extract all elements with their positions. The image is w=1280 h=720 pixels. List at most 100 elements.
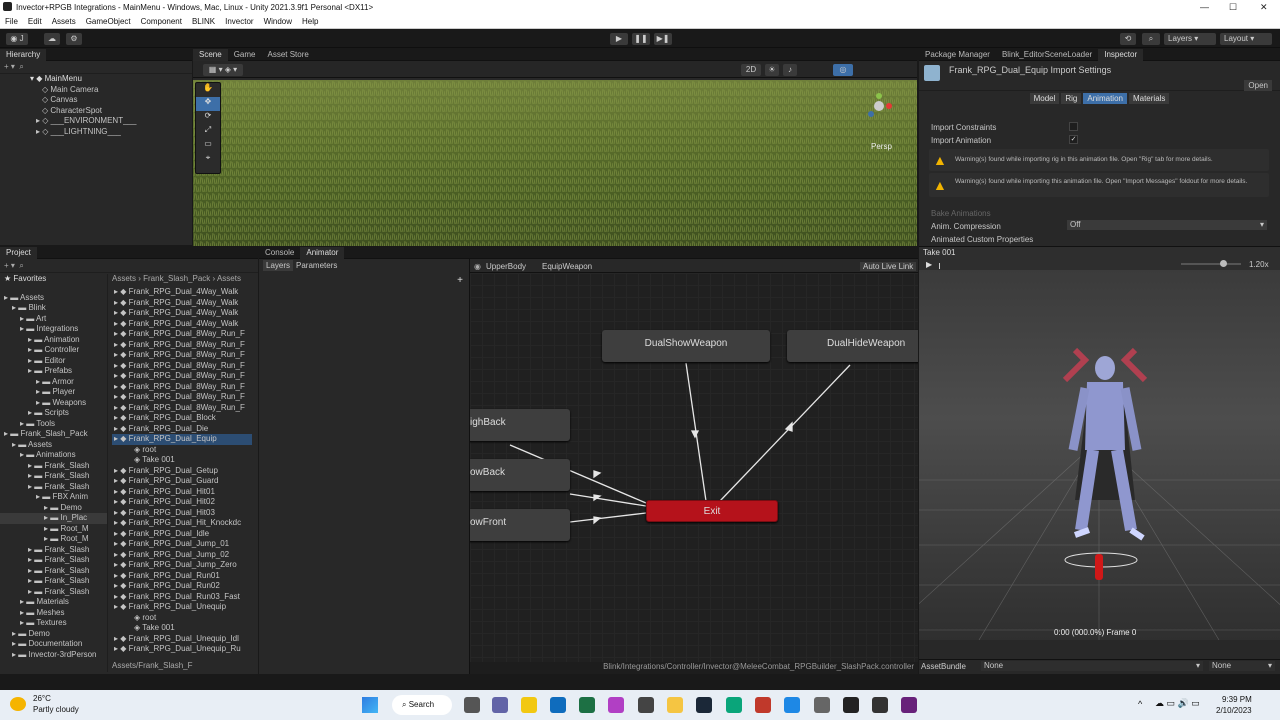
import-animation-checkbox[interactable]: ✓ bbox=[1069, 135, 1078, 144]
file-item[interactable]: ▸ ◆ Frank_RPG_Dual_Unequip_Ru bbox=[112, 644, 252, 655]
menu-item-assets[interactable]: Assets bbox=[47, 15, 81, 26]
breadcrumb-item[interactable]: Assets bbox=[112, 274, 136, 283]
task-view-icon[interactable] bbox=[464, 697, 480, 713]
github-icon[interactable] bbox=[814, 697, 830, 713]
state-exit[interactable]: Exit bbox=[646, 500, 778, 522]
file-item[interactable]: ▸ ◆ Frank_RPG_Dual_Idle bbox=[112, 529, 252, 540]
file-item[interactable]: ▸ ◆ Frank_RPG_Dual_4Way_Walk bbox=[112, 287, 252, 298]
tree-folder[interactable]: ▸ ▬ Invector-3rdPerson bbox=[0, 650, 107, 661]
tree-folder[interactable]: ▸ ▬ Art bbox=[0, 314, 107, 325]
breadcrumb-item[interactable]: Frank_Slash_Pack bbox=[143, 274, 210, 283]
weather-icon[interactable] bbox=[10, 697, 26, 711]
unity-icon[interactable] bbox=[872, 697, 888, 713]
tree-folder[interactable]: ▸ ▬ Integrations bbox=[0, 324, 107, 335]
tree-folder[interactable]: ▸ ▬ Root_M bbox=[0, 524, 107, 535]
maximize-icon[interactable]: ☐ bbox=[1229, 2, 1237, 13]
search-icon[interactable]: ⌕ bbox=[1142, 33, 1160, 45]
pause-button[interactable]: ❚❚ bbox=[632, 33, 650, 45]
hierarchy-item[interactable]: ▸ ◇ ___LIGHTNING___ bbox=[0, 127, 192, 138]
timeline-cursor[interactable] bbox=[939, 263, 940, 269]
file-item[interactable]: ▸ ◆ Frank_RPG_Dual_8Way_Run_F bbox=[112, 403, 252, 414]
state-high-back[interactable]: ighBack bbox=[470, 409, 570, 441]
subtab-animation[interactable]: Animation bbox=[1083, 93, 1127, 104]
subtab-parameters[interactable]: Parameters bbox=[293, 260, 340, 271]
tab-project[interactable]: Project bbox=[0, 247, 37, 259]
start-icon[interactable] bbox=[362, 697, 378, 713]
move-tool-icon[interactable]: ✥ bbox=[196, 97, 220, 111]
cloud-icon[interactable]: ☁ bbox=[44, 33, 60, 45]
scene-viewport[interactable]: ✋ ✥ ⟳ ⤢ ▭ ⌖ Persp bbox=[193, 80, 917, 246]
tree-folder[interactable]: ▸ ▬ Frank_Slash bbox=[0, 566, 107, 577]
menu-item-gameobject[interactable]: GameObject bbox=[81, 15, 136, 26]
file-item[interactable]: ▸ ◆ Frank_RPG_Dual_Die bbox=[112, 424, 252, 435]
teams-icon[interactable] bbox=[492, 697, 508, 713]
layout-dropdown[interactable]: Layout ▾ bbox=[1220, 33, 1272, 45]
file-item[interactable]: ▸ ◆ Frank_RPG_Dual_Jump_02 bbox=[112, 550, 252, 561]
file-item[interactable]: ◈ Take 001 bbox=[112, 623, 252, 634]
menu-item-file[interactable]: File bbox=[0, 15, 23, 26]
file-item[interactable]: ▸ ◆ Frank_RPG_Dual_Equip bbox=[112, 434, 252, 445]
tree-folder[interactable]: ▸ ▬ Frank_Slash bbox=[0, 555, 107, 566]
tab-scene[interactable]: Scene bbox=[193, 49, 228, 61]
file-item[interactable]: ▸ ◆ Frank_RPG_Dual_4Way_Walk bbox=[112, 319, 252, 330]
tree-folder[interactable]: ▸ ▬ Assets bbox=[0, 293, 107, 304]
maps-icon[interactable] bbox=[550, 697, 566, 713]
file-item[interactable]: ▸ ◆ Frank_RPG_Dual_8Way_Run_F bbox=[112, 350, 252, 361]
tree-folder[interactable]: ▸ ▬ Frank_Slash bbox=[0, 576, 107, 587]
file-item[interactable]: ▸ ◆ Frank_RPG_Dual_Run01 bbox=[112, 571, 252, 582]
menu-item-help[interactable]: Help bbox=[297, 15, 323, 26]
compression-dropdown[interactable]: Off ▾ bbox=[1067, 220, 1267, 230]
app2-icon[interactable] bbox=[638, 697, 654, 713]
file-item[interactable]: ▸ ◆ Frank_RPG_Dual_Unequip bbox=[112, 602, 252, 613]
tree-folder[interactable]: ▸ ▬ FBX Anim bbox=[0, 492, 107, 503]
menu-item-invector[interactable]: Invector bbox=[220, 15, 258, 26]
steam-icon[interactable] bbox=[696, 697, 712, 713]
file-item[interactable]: ▸ ◆ Frank_RPG_Dual_Jump_01 bbox=[112, 539, 252, 550]
close-icon[interactable]: ✕ bbox=[1260, 2, 1268, 13]
hierarchy-item[interactable]: ◇ Main Camera bbox=[0, 85, 192, 96]
tree-folder[interactable]: ▸ ▬ Tools bbox=[0, 419, 107, 430]
history-icon[interactable]: ⟲ bbox=[1120, 33, 1136, 45]
hierarchy-item[interactable]: ▸ ◇ ___ENVIRONMENT___ bbox=[0, 116, 192, 127]
tree-folder[interactable]: ▸ ▬ Frank_Slash bbox=[0, 545, 107, 556]
import-constraints-checkbox[interactable] bbox=[1069, 122, 1078, 131]
tree-folder[interactable]: ▸ ▬ Prefabs bbox=[0, 366, 107, 377]
file-item[interactable]: ◈ root bbox=[112, 445, 252, 456]
transition-lowfront-exit[interactable] bbox=[569, 512, 647, 523]
gizmos-icon[interactable]: ◎ bbox=[833, 64, 853, 76]
excel-icon[interactable] bbox=[579, 697, 595, 713]
notes-icon[interactable] bbox=[521, 697, 537, 713]
preview-play-button[interactable]: ▶ bbox=[926, 260, 932, 269]
collab-icon[interactable]: ⚙ bbox=[66, 33, 82, 45]
tree-folder[interactable]: ▸ ▬ Player bbox=[0, 387, 107, 398]
explorer-icon[interactable] bbox=[667, 697, 683, 713]
breadcrumb-item[interactable]: Assets bbox=[217, 274, 241, 283]
file-item[interactable]: ▸ ◆ Frank_RPG_Dual_8Way_Run_F bbox=[112, 329, 252, 340]
scene-gizmo-icon[interactable] bbox=[865, 92, 893, 120]
visual-studio-icon[interactable] bbox=[901, 697, 917, 713]
tab-hierarchy[interactable]: Hierarchy bbox=[0, 49, 47, 61]
tree-folder[interactable]: ▸ ▬ Animations bbox=[0, 450, 107, 461]
file-item[interactable]: ▸ ◆ Frank_RPG_Dual_Unequip_Idl bbox=[112, 634, 252, 645]
hierarchy-search[interactable]: + ▾ ⌕ bbox=[0, 61, 192, 74]
vscode-icon[interactable] bbox=[784, 697, 800, 713]
subtab-materials[interactable]: Materials bbox=[1128, 93, 1170, 104]
tree-folder[interactable]: ▸ ▬ Weapons bbox=[0, 398, 107, 409]
tree-folder[interactable]: ▸ ▬ Meshes bbox=[0, 608, 107, 619]
state-dual-show-weapon[interactable]: DualShowWeapon bbox=[602, 330, 770, 362]
speed-slider[interactable] bbox=[1181, 260, 1241, 267]
file-item[interactable]: ◈ root bbox=[112, 613, 252, 624]
tree-folder[interactable]: ▸ ▬ Animation bbox=[0, 335, 107, 346]
menu-item-blink[interactable]: BLINK bbox=[187, 15, 220, 26]
assetbundle-variant-dropdown[interactable]: None ▾ bbox=[1209, 661, 1275, 671]
audio-icon[interactable]: ♪ bbox=[783, 64, 797, 76]
subtab-layers[interactable]: Layers bbox=[263, 260, 294, 271]
tab-blink-editorsceneloader[interactable]: Blink_EditorSceneLoader bbox=[996, 49, 1098, 61]
hand-tool-icon[interactable]: ✋ bbox=[196, 83, 220, 97]
transition-lowback-exit[interactable] bbox=[569, 493, 647, 507]
path-upperbody[interactable]: UpperBody bbox=[486, 262, 526, 271]
state-dual-hide-weapon[interactable]: DualHideWeapon bbox=[787, 330, 918, 362]
file-item[interactable]: ▸ ◆ Frank_RPG_Dual_Getup bbox=[112, 466, 252, 477]
draw-mode-dropdown[interactable]: ▦ ▾ ◈ ▾ bbox=[203, 64, 243, 76]
2d-toggle[interactable]: 2D bbox=[741, 64, 761, 76]
